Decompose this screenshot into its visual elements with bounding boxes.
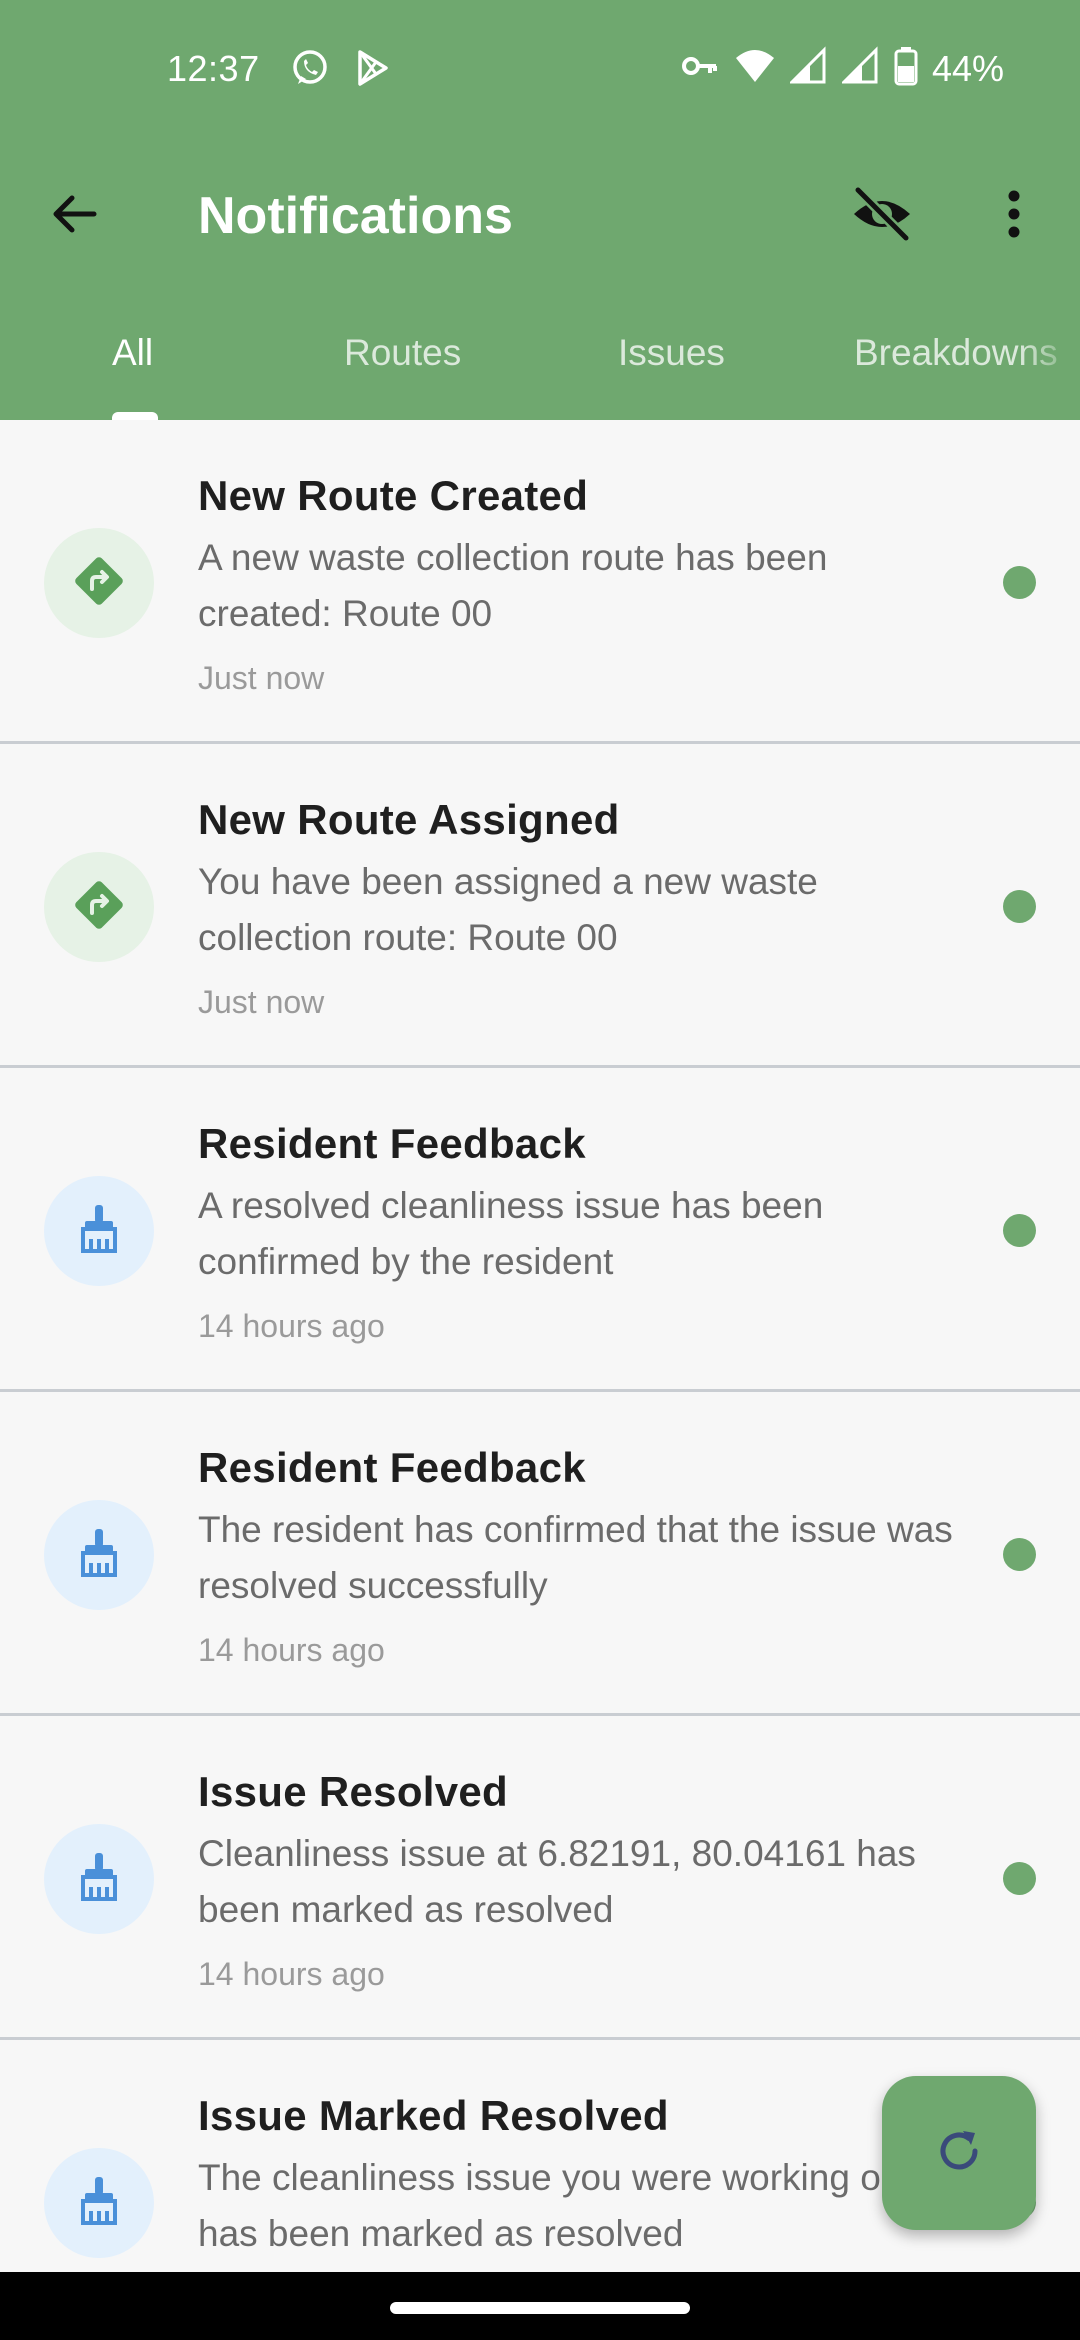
notification-title: New Route Created — [198, 472, 589, 519]
header: 12:37 44% Notifications All Routes Issue… — [0, 0, 1080, 420]
system-nav-bar — [0, 2272, 1080, 2340]
notification-item[interactable]: New Route Assigned You have been assigne… — [0, 744, 1080, 1068]
notification-item[interactable]: Resident Feedback A resolved cleanliness… — [0, 1068, 1080, 1392]
visibility-off-icon — [850, 185, 914, 247]
tab-routes[interactable]: Routes — [344, 332, 461, 374]
notification-body: A resolved cleanliness issue has been co… — [198, 1185, 824, 1282]
notification-title: Resident Feedback — [198, 1444, 586, 1491]
notification-body: A new waste collection route has been cr… — [198, 537, 828, 634]
battery-percent: 44% — [931, 47, 1004, 89]
status-left-icons — [290, 48, 392, 93]
app-bar: Notifications — [0, 150, 1080, 280]
notification-avatar — [44, 1824, 154, 1934]
toggle-visibility-button[interactable] — [844, 178, 920, 254]
unread-dot — [1003, 890, 1036, 923]
notification-avatar — [44, 2148, 154, 2258]
notification-avatar — [44, 528, 154, 638]
tab-indicator — [112, 412, 158, 420]
notification-item[interactable]: New Route Created A new waste collection… — [0, 420, 1080, 744]
status-time: 12:37 — [167, 48, 260, 89]
refresh-button[interactable] — [882, 2076, 1036, 2230]
page-title: Notifications — [198, 187, 513, 245]
notifications-screen: 12:37 44% Notifications All Routes Issue… — [0, 0, 1080, 2340]
notification-title: Resident Feedback — [198, 1120, 586, 1167]
whatsapp-icon — [290, 48, 330, 93]
route-icon — [71, 877, 127, 938]
tab-all[interactable]: All — [112, 332, 153, 374]
unread-dot — [1003, 566, 1036, 599]
battery-icon — [894, 46, 918, 91]
unread-dot — [1003, 1538, 1036, 1571]
notification-time: Just now — [198, 660, 325, 696]
signal-icon — [788, 46, 828, 91]
notification-body: The cleanliness issue you were working o… — [198, 2157, 902, 2254]
notification-title: Issue Marked Resolved — [198, 2092, 669, 2139]
arrow-back-icon — [48, 188, 100, 245]
broom-icon — [71, 1849, 127, 1910]
status-right: 44% — [680, 46, 1004, 91]
notification-avatar — [44, 1500, 154, 1610]
notification-avatar — [44, 852, 154, 962]
signal-icon — [840, 46, 880, 91]
back-button[interactable] — [36, 178, 112, 254]
tab-issues[interactable]: Issues — [618, 332, 725, 374]
notification-time: 14 hours ago — [198, 1308, 385, 1344]
status-bar: 12:37 44% — [0, 0, 1080, 140]
unread-dot — [1003, 1862, 1036, 1895]
notification-item[interactable]: Resident Feedback The resident has confi… — [0, 1392, 1080, 1716]
wifi-icon — [734, 46, 776, 91]
notification-time: 14 hours ago — [198, 1956, 385, 1992]
notification-time: Just now — [198, 984, 325, 1020]
unread-dot — [1003, 1214, 1036, 1247]
broom-icon — [71, 2173, 127, 2234]
notification-body: The resident has confirmed that the issu… — [198, 1509, 953, 1606]
notification-body: You have been assigned a new waste colle… — [198, 861, 818, 958]
notification-item[interactable]: Issue Resolved Cleanliness issue at 6.82… — [0, 1716, 1080, 2040]
tab-bar: All Routes Issues Breakdowns — [0, 300, 1080, 420]
notification-title: New Route Assigned — [198, 796, 620, 843]
home-gesture-handle[interactable] — [390, 2302, 690, 2314]
broom-icon — [71, 1201, 127, 1262]
broom-icon — [71, 1525, 127, 1586]
notification-title: Issue Resolved — [198, 1768, 509, 1815]
refresh-icon — [933, 2125, 985, 2182]
route-icon — [71, 553, 127, 614]
notification-time: 14 hours ago — [198, 1632, 385, 1668]
notification-list: New Route Created A new waste collection… — [0, 420, 1080, 2272]
play-store-icon — [352, 48, 392, 93]
notification-avatar — [44, 1176, 154, 1286]
tab-overflow-fade — [1020, 320, 1080, 380]
notification-body: Cleanliness issue at 6.82191, 80.04161 h… — [198, 1833, 916, 1930]
more-options-button[interactable] — [974, 178, 1054, 254]
key-icon — [680, 46, 720, 91]
more-vert-icon — [1004, 188, 1024, 245]
